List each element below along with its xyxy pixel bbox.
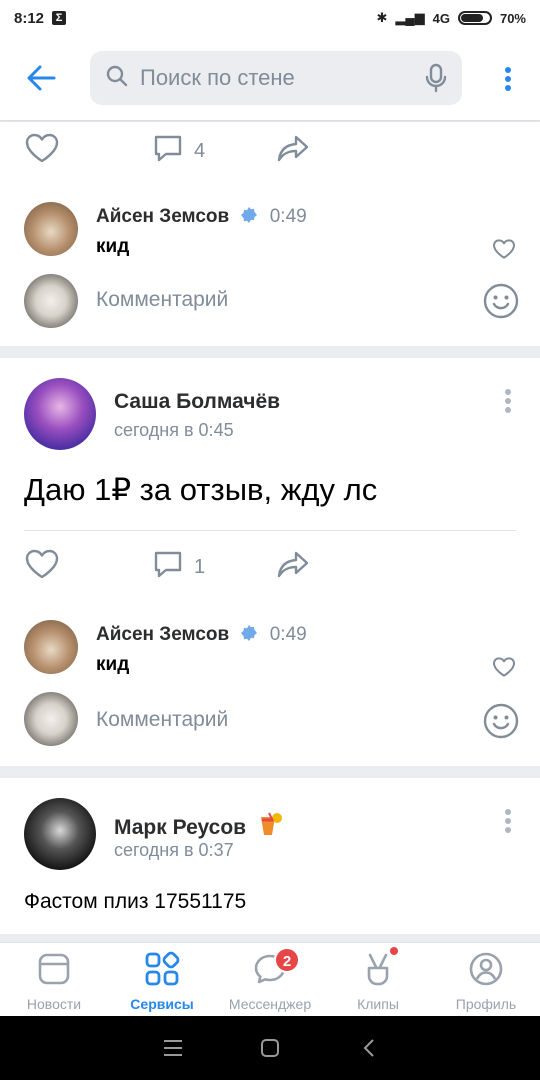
- battery-percent: 70%: [499, 10, 526, 26]
- tab-label: Сервисы: [130, 996, 194, 1012]
- share-button[interactable]: [276, 132, 310, 170]
- status-time: 8:12: [14, 9, 45, 27]
- post-card: 4 Айсен Земсов 0:49 кид Комментарий: [0, 122, 540, 346]
- avatar[interactable]: [24, 378, 96, 450]
- share-icon: [276, 132, 310, 170]
- unread-badge: 2: [274, 947, 300, 973]
- smile-icon[interactable]: [482, 702, 520, 745]
- share-icon: [276, 548, 310, 586]
- like-button[interactable]: [24, 548, 60, 586]
- search-input[interactable]: Поиск по стене: [90, 51, 462, 105]
- avatar[interactable]: [24, 620, 78, 674]
- battery-icon: [457, 11, 492, 25]
- divider: [24, 530, 516, 531]
- comment-time: 0:49: [269, 206, 307, 227]
- signal-icon: ▂▄▆: [395, 10, 425, 25]
- comment-input[interactable]: Комментарий: [96, 708, 228, 732]
- comment-count: 4: [194, 139, 206, 162]
- services-icon: [144, 951, 180, 992]
- more-vertical-icon[interactable]: [504, 66, 512, 92]
- post-actions: 1: [0, 542, 540, 592]
- clips-icon: [360, 951, 396, 992]
- verified-icon: [240, 624, 258, 648]
- comment-button[interactable]: 1: [152, 548, 205, 586]
- tab-label: Профиль: [455, 996, 517, 1012]
- post-card: Саша Болмачёв сегодня в 0:45 Даю 1₽ за о…: [0, 358, 540, 766]
- comment-author[interactable]: Айсен Земсов: [96, 624, 229, 645]
- tab-profile[interactable]: Профиль: [432, 943, 540, 1017]
- bottom-tab-bar: Новости Сервисы 2 Мессенджер Клипы Профи…: [0, 942, 540, 1016]
- comment-text: кид: [96, 236, 130, 257]
- bluetooth-icon: ✱: [376, 10, 388, 25]
- post-author[interactable]: Марк Реусов: [114, 816, 246, 839]
- comment: Айсен Земсов 0:49 кид: [0, 614, 540, 684]
- comment-like-button[interactable]: [492, 238, 516, 265]
- comment-time: 0:49: [269, 624, 307, 645]
- comment-author[interactable]: Айсен Земсов: [96, 206, 229, 227]
- verified-icon: [240, 206, 258, 230]
- share-button[interactable]: [276, 548, 310, 586]
- search-icon: [106, 65, 128, 92]
- menu-icon[interactable]: [162, 1038, 184, 1063]
- heart-icon: [24, 132, 60, 170]
- top-bar: Поиск по стене: [0, 36, 540, 120]
- tab-services[interactable]: Сервисы: [108, 943, 216, 1017]
- tab-label: Новости: [26, 996, 82, 1012]
- avatar: [24, 274, 78, 328]
- app-notification-icon: Σ: [52, 11, 67, 25]
- comment: Айсен Земсов 0:49 кид: [0, 198, 540, 268]
- heart-icon: [492, 657, 516, 682]
- comment-icon: [152, 132, 184, 170]
- comment-input-row: Комментарий: [0, 270, 540, 330]
- comment-text: кид: [96, 654, 130, 675]
- comment-header: Айсен Земсов 0:49: [96, 624, 307, 648]
- post-card: Марк Реусов сегодня в 0:37 Фастом плиз 1…: [0, 778, 540, 934]
- more-vertical-icon[interactable]: [504, 808, 512, 834]
- tab-label: Мессенджер: [228, 996, 312, 1012]
- avatar: [24, 692, 78, 746]
- comment-button[interactable]: 4: [152, 132, 205, 170]
- back-icon[interactable]: [362, 1038, 376, 1063]
- comment-like-button[interactable]: [492, 656, 516, 683]
- post-date[interactable]: сегодня в 0:45: [114, 420, 234, 441]
- home-icon[interactable]: [260, 1038, 280, 1063]
- comment-count: 1: [194, 555, 206, 578]
- new-clips-dot: [390, 947, 398, 955]
- back-arrow-icon[interactable]: [24, 60, 60, 96]
- post-text: Даю 1₽ за отзыв, жду лс: [24, 472, 378, 507]
- mic-icon[interactable]: [424, 63, 448, 98]
- post-author-row: Марк Реусов: [114, 810, 284, 844]
- heart-icon: [492, 239, 516, 264]
- system-nav-bar: [0, 1016, 540, 1080]
- status-right: ✱ ▂▄▆ 4G 70%: [377, 10, 527, 26]
- avatar[interactable]: [24, 798, 96, 870]
- heart-icon: [24, 548, 60, 586]
- comment-input-row: Комментарий: [0, 688, 540, 748]
- post-date[interactable]: сегодня в 0:37: [114, 840, 234, 861]
- tab-label: Клипы: [357, 996, 399, 1012]
- cocktail-emoji-icon: [256, 810, 284, 844]
- tab-messenger[interactable]: 2 Мессенджер: [216, 943, 324, 1017]
- post-author[interactable]: Саша Болмачёв: [114, 390, 280, 414]
- like-button[interactable]: [24, 132, 60, 170]
- avatar[interactable]: [24, 202, 78, 256]
- post-actions: 4: [0, 122, 540, 172]
- news-icon: [36, 951, 72, 992]
- search-placeholder: Поиск по стене: [140, 65, 295, 90]
- comment-icon: [152, 548, 184, 586]
- tab-news[interactable]: Новости: [0, 943, 108, 1017]
- tab-clips[interactable]: Клипы: [324, 943, 432, 1017]
- post-text: Фастом плиз 17551175: [24, 890, 247, 913]
- comment-header: Айсен Земсов 0:49: [96, 206, 307, 230]
- profile-icon: [468, 951, 504, 992]
- more-vertical-icon[interactable]: [504, 388, 512, 414]
- status-bar: 8:12 Σ ✱ ▂▄▆ 4G 70%: [0, 0, 540, 36]
- comment-input[interactable]: Комментарий: [96, 288, 228, 312]
- smile-icon[interactable]: [482, 282, 520, 325]
- network-type: 4G: [432, 10, 450, 26]
